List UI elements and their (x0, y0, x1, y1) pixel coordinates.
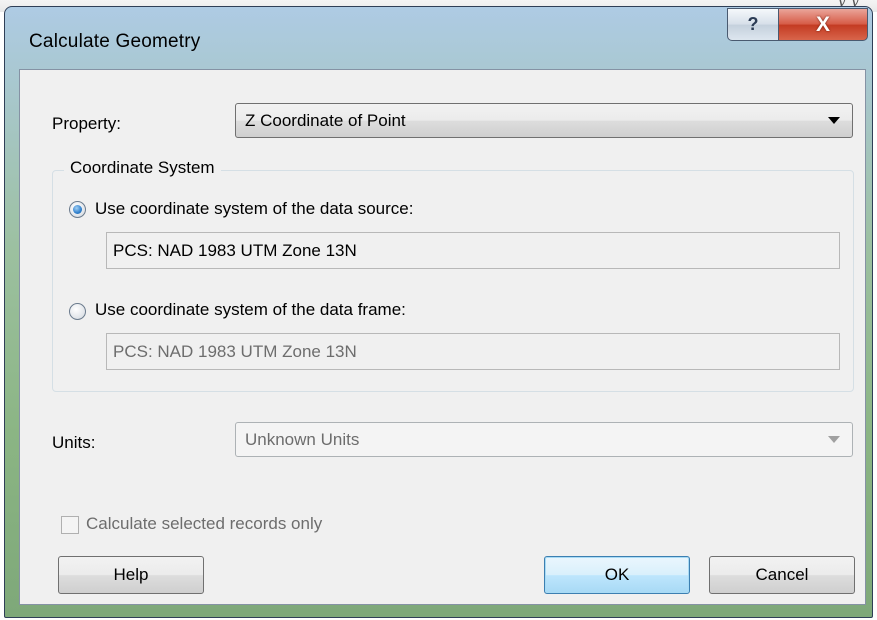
frame-coordinate-label[interactable]: Use coordinate system of the data frame: (95, 300, 406, 320)
source-coordinate-radio[interactable] (69, 201, 86, 218)
dropdown-arrow-icon (828, 117, 840, 124)
help-button-label: Help (113, 565, 149, 584)
cancel-button-label: Cancel (755, 565, 809, 584)
property-label: Property: (52, 114, 121, 133)
source-coordinate-field: PCS: NAD 1983 UTM Zone 13N (106, 232, 840, 269)
question-mark-icon: ? (747, 14, 759, 34)
close-icon: X (815, 12, 830, 36)
units-dropdown[interactable]: Unknown Units (235, 422, 853, 457)
frame-coordinate-radio[interactable] (69, 303, 86, 320)
calculate-geometry-dialog: Calculate Geometry ? X Property: Z Coord… (4, 6, 873, 618)
dropdown-arrow-icon (828, 436, 840, 443)
frame-coordinate-value: PCS: NAD 1983 UTM Zone 13N (113, 341, 357, 361)
frame-coordinate-field: PCS: NAD 1983 UTM Zone 13N (106, 333, 840, 370)
units-label: Units: (52, 433, 96, 452)
ok-button-label: OK (604, 565, 630, 584)
selected-only-checkbox[interactable] (61, 516, 79, 534)
coordinate-system-legend: Coordinate System (64, 158, 221, 178)
selected-only-label: Calculate selected records only (86, 514, 323, 533)
ok-button[interactable]: OK (544, 556, 690, 594)
property-dropdown[interactable]: Z Coordinate of Point (235, 103, 853, 138)
dialog-body: Property: Z Coordinate of Point Coordina… (19, 69, 866, 605)
units-value: Unknown Units (245, 429, 360, 449)
dialog-title: Calculate Geometry (29, 31, 201, 52)
property-value: Z Coordinate of Point (245, 110, 406, 130)
cancel-button[interactable]: Cancel (709, 556, 855, 594)
help-button[interactable]: Help (58, 556, 204, 594)
source-coordinate-value: PCS: NAD 1983 UTM Zone 13N (113, 240, 357, 260)
source-coordinate-label[interactable]: Use coordinate system of the data source… (95, 199, 413, 219)
close-button[interactable]: X (778, 8, 868, 41)
help-caption-button[interactable]: ? (727, 8, 779, 41)
